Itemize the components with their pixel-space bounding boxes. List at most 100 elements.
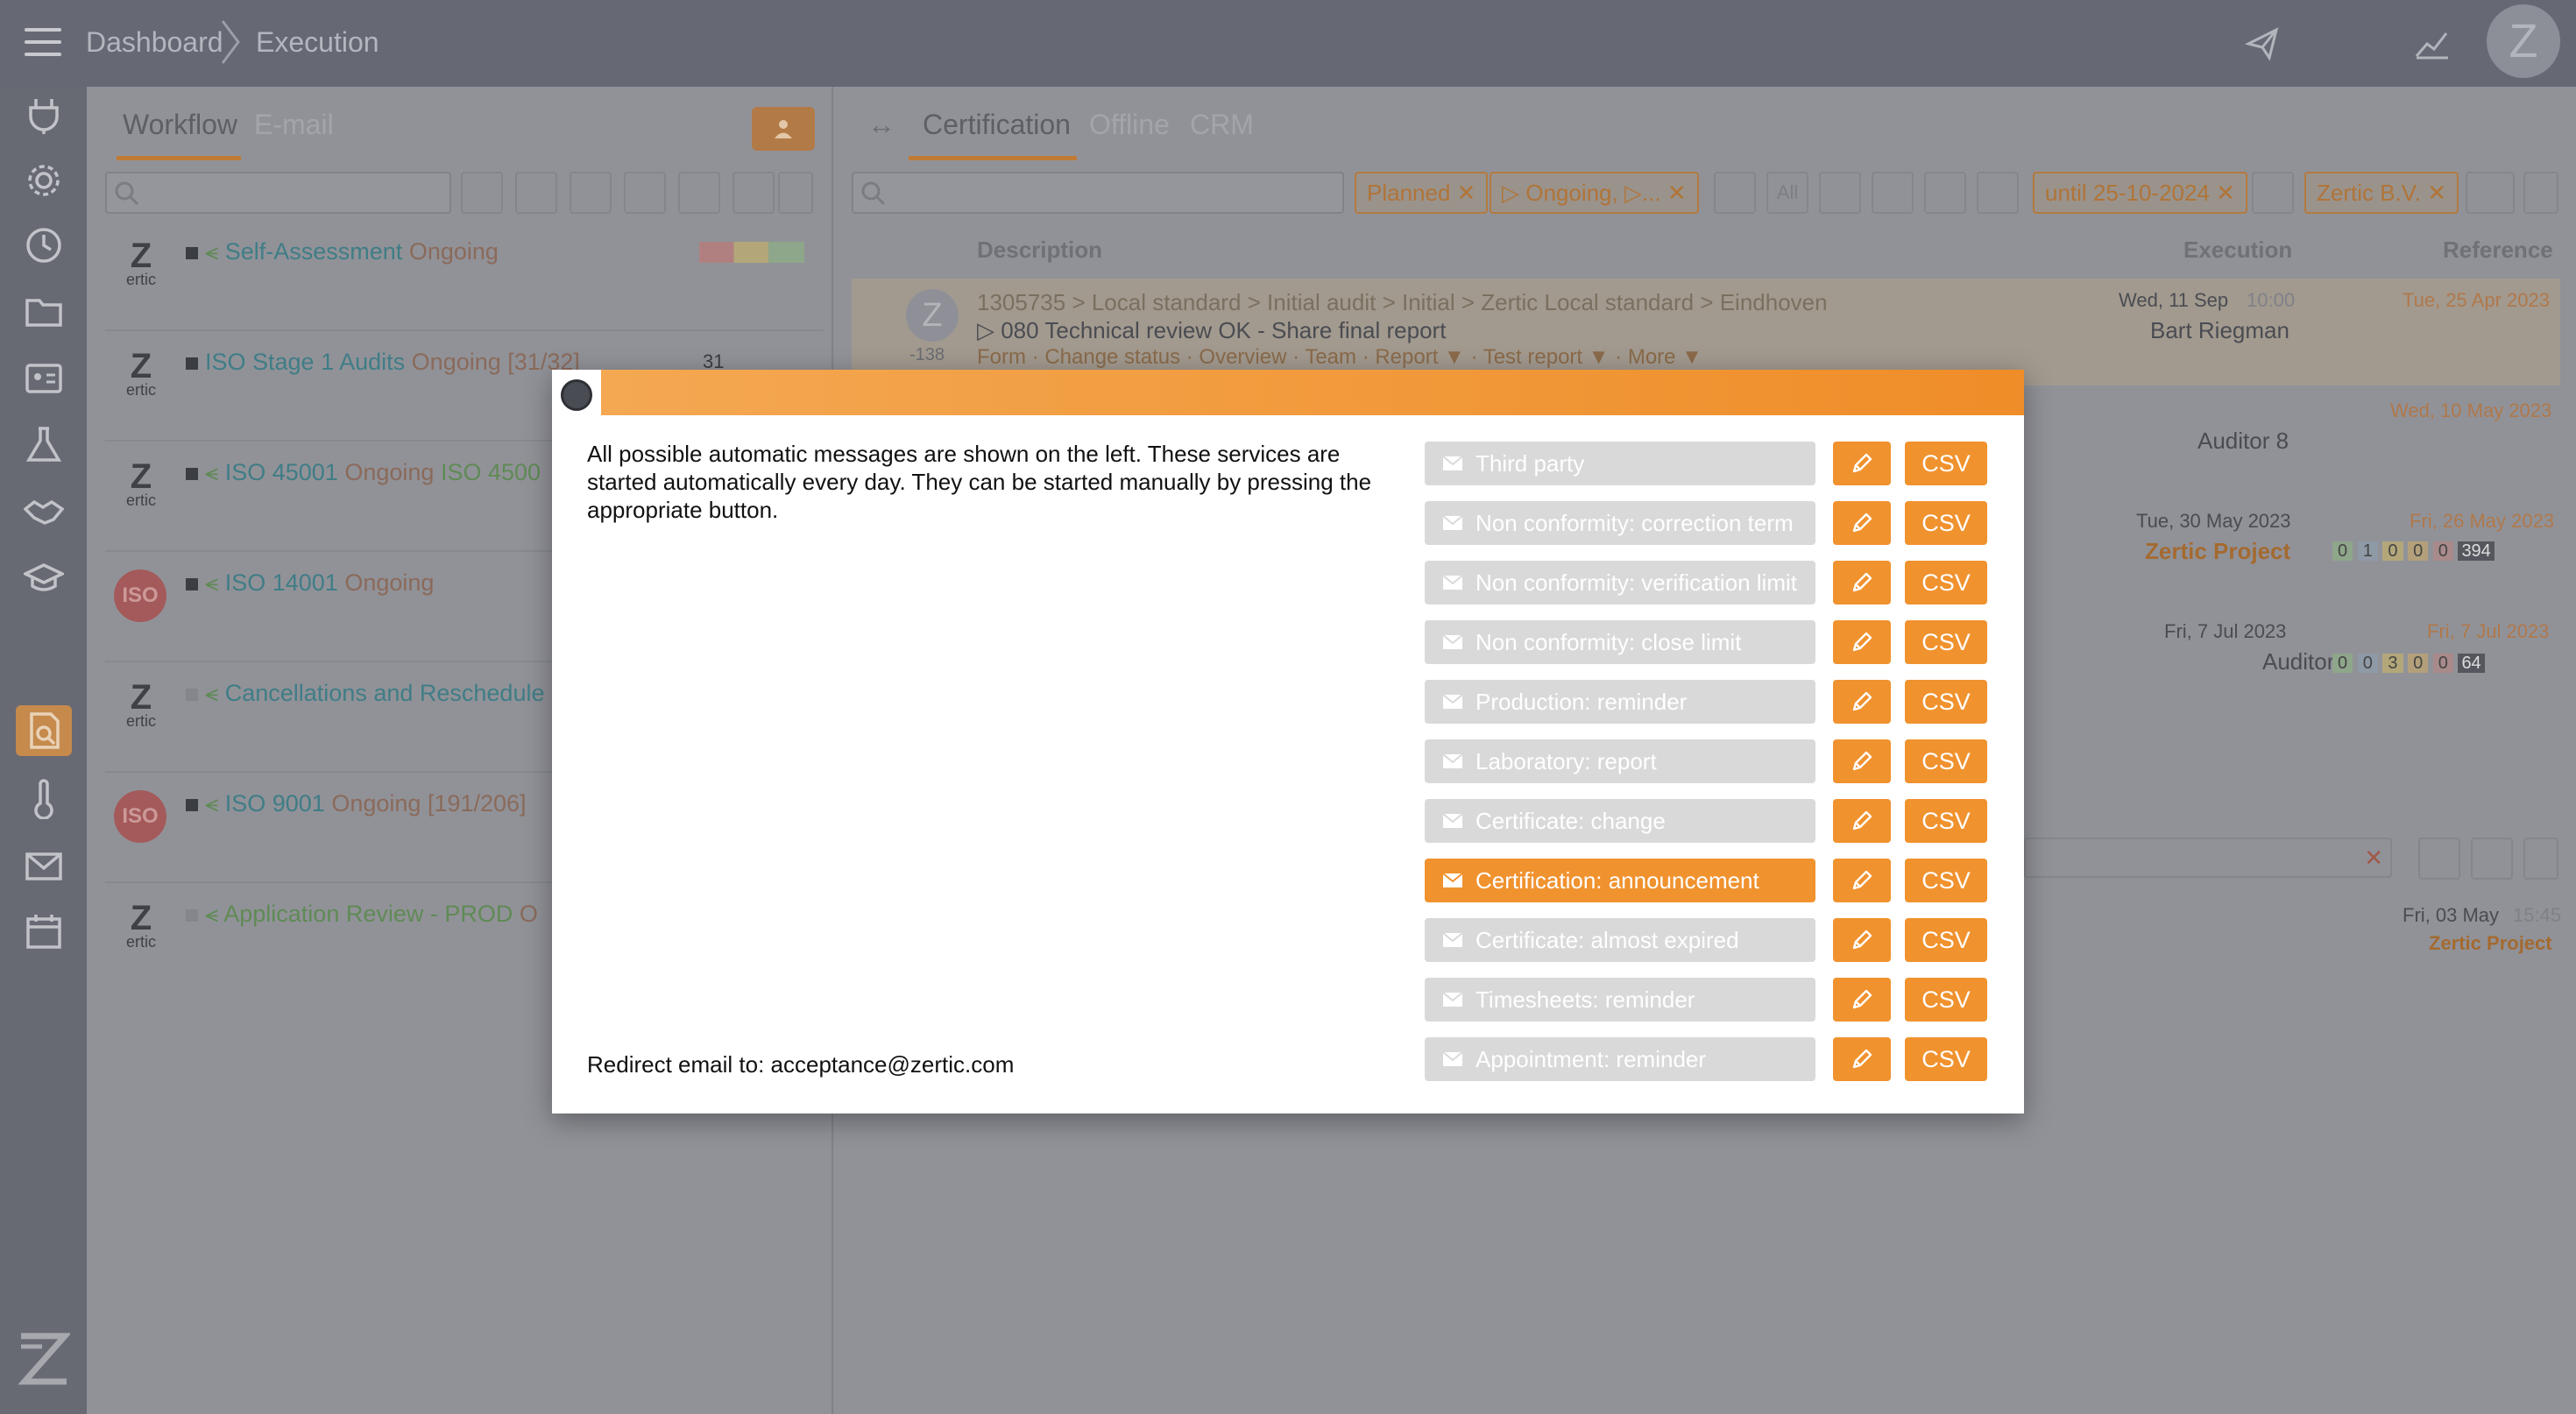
row-time: 10:00: [2247, 289, 2296, 311]
avatar[interactable]: Z: [2487, 4, 2560, 78]
filter-edit-button[interactable]: [1872, 172, 1914, 214]
plug-icon[interactable]: [24, 95, 64, 136]
add-user-button[interactable]: [752, 107, 815, 151]
edit-button[interactable]: [1833, 859, 1891, 902]
service-run-button[interactable]: Certification: announcement: [1425, 859, 1815, 902]
csv-button[interactable]: CSV: [1905, 859, 1987, 902]
csv-button[interactable]: CSV: [1905, 680, 1987, 724]
tab-crm[interactable]: CRM: [1190, 109, 1254, 141]
filter-person-button[interactable]: [1924, 172, 1966, 214]
filter-card-button[interactable]: [2252, 172, 2294, 214]
search-input[interactable]: ✕: [2024, 838, 2392, 878]
certificate-search-icon[interactable]: [25, 711, 65, 751]
edit-button[interactable]: [1833, 918, 1891, 962]
edit-button[interactable]: [1833, 620, 1891, 664]
service-run-button[interactable]: Production: reminder: [1425, 680, 1815, 724]
row-path[interactable]: 1305735 > Local standard > Initial audit…: [977, 289, 1828, 316]
flask-icon[interactable]: [24, 425, 64, 465]
service-run-button[interactable]: Non conformity: correction term: [1425, 501, 1815, 545]
list-item[interactable]: Zertic ⪪ Self-Assessment Ongoing: [105, 226, 824, 331]
service-label: Certification: announcement: [1476, 867, 1759, 894]
id-card-icon[interactable]: [24, 358, 64, 399]
chevron-right-icon: [221, 20, 240, 64]
calendar-icon[interactable]: [24, 912, 64, 952]
status-counts: 0 0 3 0 0 64: [2332, 654, 2485, 674]
close-button[interactable]: [561, 379, 592, 411]
csv-button[interactable]: CSV: [1905, 978, 1987, 1022]
service-run-button[interactable]: Certificate: almost expired: [1425, 918, 1815, 962]
folder-icon[interactable]: [24, 292, 64, 332]
thermometer-icon[interactable]: [24, 779, 64, 819]
filter-calendar-button[interactable]: [2471, 838, 2513, 880]
filter-user-button[interactable]: [2418, 838, 2460, 880]
workflow-search-input[interactable]: [105, 172, 451, 214]
csv-button[interactable]: CSV: [1905, 442, 1987, 485]
menu-icon[interactable]: [25, 28, 61, 58]
expand-arrows-icon[interactable]: ↔: [867, 109, 895, 141]
row-date: Fri, 03 May: [2403, 904, 2500, 926]
filter-grid-button[interactable]: [732, 172, 775, 214]
service-run-button[interactable]: Timesheets: reminder: [1425, 978, 1815, 1022]
gear-icon[interactable]: [24, 160, 64, 201]
edit-button[interactable]: [1833, 442, 1891, 485]
breadcrumb-dashboard[interactable]: Dashboard: [86, 26, 223, 59]
envelope-icon[interactable]: [24, 845, 64, 886]
edit-button[interactable]: [1833, 799, 1891, 843]
column-reference: Reference: [2443, 237, 2553, 263]
edit-button[interactable]: [1833, 680, 1891, 724]
filter-user-button[interactable]: [1819, 172, 1861, 214]
workflow-title: ISO Stage 1 Audits Ongoing [31/32]: [186, 349, 580, 376]
filter-funnel-button[interactable]: [1714, 172, 1756, 214]
edit-button[interactable]: [1833, 978, 1891, 1022]
service-run-button[interactable]: Laboratory: report: [1425, 739, 1815, 783]
filter-user-button[interactable]: [461, 172, 503, 214]
filter-tag-button[interactable]: [624, 172, 666, 214]
send-icon[interactable]: [2245, 26, 2280, 61]
row-date: Tue, 30 May 2023: [2136, 510, 2291, 532]
filter-funnel-button[interactable]: [570, 172, 612, 214]
chart-icon[interactable]: [2415, 26, 2450, 61]
clear-icon[interactable]: ✕: [2364, 845, 2383, 872]
csv-button[interactable]: CSV: [1905, 1037, 1987, 1081]
service-run-button[interactable]: Third party: [1425, 442, 1815, 485]
tab-workflow[interactable]: Workflow: [123, 109, 237, 141]
tab-email[interactable]: E-mail: [254, 109, 334, 141]
service-run-button[interactable]: Certificate: change: [1425, 799, 1815, 843]
csv-button[interactable]: CSV: [1905, 620, 1987, 664]
service-run-button[interactable]: Appointment: reminder: [1425, 1037, 1815, 1081]
csv-button[interactable]: CSV: [1905, 561, 1987, 604]
handshake-icon[interactable]: [24, 491, 64, 532]
filter-all-button[interactable]: All: [1766, 172, 1808, 214]
tab-underline: [117, 156, 241, 160]
filter-chip-company[interactable]: Zertic B.V. ✕: [2304, 172, 2459, 214]
filter-shuffle-button[interactable]: [1977, 172, 2019, 214]
filter-more-button[interactable]: [778, 172, 813, 214]
filter-chip-ongoing[interactable]: ▷ Ongoing, ▷... ✕: [1490, 172, 1699, 214]
edit-button[interactable]: [1833, 561, 1891, 604]
clock-icon[interactable]: [24, 225, 64, 265]
workflow-title: ⪪ ISO 14001 Ongoing: [186, 569, 434, 597]
edit-button[interactable]: [1833, 501, 1891, 545]
csv-button[interactable]: CSV: [1905, 501, 1987, 545]
edit-button[interactable]: [1833, 739, 1891, 783]
tab-offline[interactable]: Offline: [1089, 109, 1170, 141]
certification-search-input[interactable]: [852, 172, 1344, 214]
row-actions[interactable]: Form · Change status · Overview · Team ·…: [977, 345, 1702, 370]
filter-chip-planned[interactable]: Planned ✕: [1355, 172, 1489, 214]
filter-star-button[interactable]: [678, 172, 720, 214]
csv-button[interactable]: CSV: [1905, 739, 1987, 783]
edit-button[interactable]: [1833, 1037, 1891, 1081]
row-step[interactable]: ▷ 080 Technical review OK - Share final …: [977, 317, 1446, 344]
tab-certification[interactable]: Certification: [923, 109, 1071, 141]
filter-chip-date[interactable]: until 25-10-2024 ✕: [2033, 172, 2247, 214]
filter-more-button[interactable]: [2523, 172, 2558, 214]
column-execution: Execution: [2183, 237, 2293, 263]
service-run-button[interactable]: Non conformity: verification limit: [1425, 561, 1815, 604]
filter-arrows-button[interactable]: [2466, 172, 2515, 214]
csv-button[interactable]: CSV: [1905, 799, 1987, 843]
csv-button[interactable]: CSV: [1905, 918, 1987, 962]
service-run-button[interactable]: Non conformity: close limit: [1425, 620, 1815, 664]
filter-more-button[interactable]: [2523, 838, 2558, 880]
filter-layers-button[interactable]: [515, 172, 557, 214]
graduation-cap-icon[interactable]: [24, 558, 64, 598]
